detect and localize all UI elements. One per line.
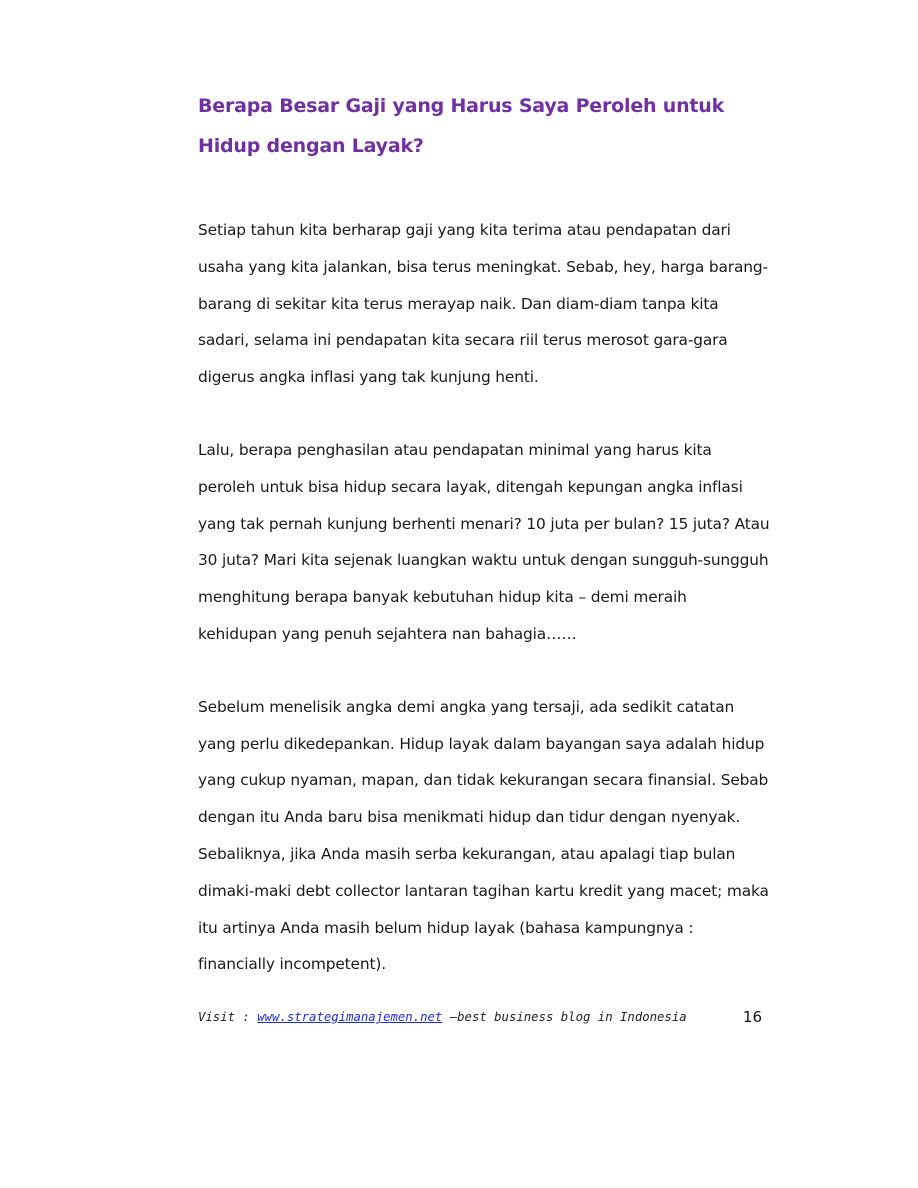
- footer-suffix: –best business blog in Indonesia: [442, 1010, 687, 1024]
- paragraph-3: Sebelum menelisik angka demi angka yang …: [198, 697, 769, 974]
- footer-text: Visit : www.strategimanajemen.net –best …: [198, 1010, 687, 1024]
- paragraph-1: Setiap tahun kita berharap gaji yang kit…: [198, 221, 768, 387]
- page-footer: Visit : www.strategimanajemen.net –best …: [198, 1008, 768, 1030]
- footer-prefix: Visit :: [198, 1010, 258, 1024]
- page-number: 16: [742, 1008, 762, 1026]
- document-page: Berapa Besar Gaji yang Harus Saya Perole…: [0, 0, 918, 1188]
- page-content: Berapa Besar Gaji yang Harus Saya Perole…: [198, 86, 770, 983]
- footer-website-link[interactable]: www.strategimanajemen.net: [257, 1010, 442, 1024]
- paragraph-2: Lalu, berapa penghasilan atau pendapatan…: [198, 440, 770, 643]
- page-title: Berapa Besar Gaji yang Harus Saya Perole…: [198, 95, 725, 157]
